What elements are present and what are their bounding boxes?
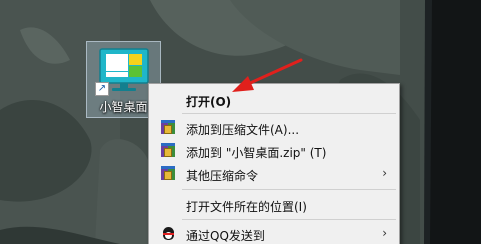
menu-item-label: 添加到压缩文件(A)...	[186, 123, 300, 137]
menu-item-label: 打开(O)	[186, 95, 232, 109]
menu-item-send-via-qq[interactable]: 通过QQ发送到 ›	[151, 223, 397, 244]
archive-icon	[161, 120, 177, 136]
menu-separator	[182, 189, 396, 190]
menu-item-label: 添加到 "小智桌面.zip" (T)	[186, 146, 327, 160]
shortcut-arrow-icon: ↗	[95, 82, 109, 96]
archive-icon	[161, 166, 177, 182]
menu-item-label: 其他压缩命令	[186, 169, 259, 183]
context-menu: 打开(O) 添加到压缩文件(A)... 添加到 "小智桌面.zip" (T) 其…	[148, 83, 400, 244]
qq-icon	[161, 226, 177, 242]
menu-separator	[182, 219, 396, 220]
menu-item-add-to-zip[interactable]: 添加到 "小智桌面.zip" (T)	[151, 140, 397, 162]
menu-item-open[interactable]: 打开(O)	[151, 89, 397, 111]
chevron-right-icon: ›	[382, 226, 387, 240]
menu-separator	[182, 113, 396, 114]
menu-item-other-compress-commands[interactable]: 其他压缩命令 ›	[151, 163, 397, 185]
chevron-right-icon: ›	[382, 166, 387, 180]
menu-item-open-file-location[interactable]: 打开文件所在的位置(I)	[151, 194, 397, 216]
menu-item-label: 通过QQ发送到	[186, 229, 265, 243]
archive-icon	[161, 143, 177, 159]
menu-item-label: 打开文件所在的位置(I)	[186, 200, 307, 214]
menu-item-add-to-archive[interactable]: 添加到压缩文件(A)...	[151, 117, 397, 139]
